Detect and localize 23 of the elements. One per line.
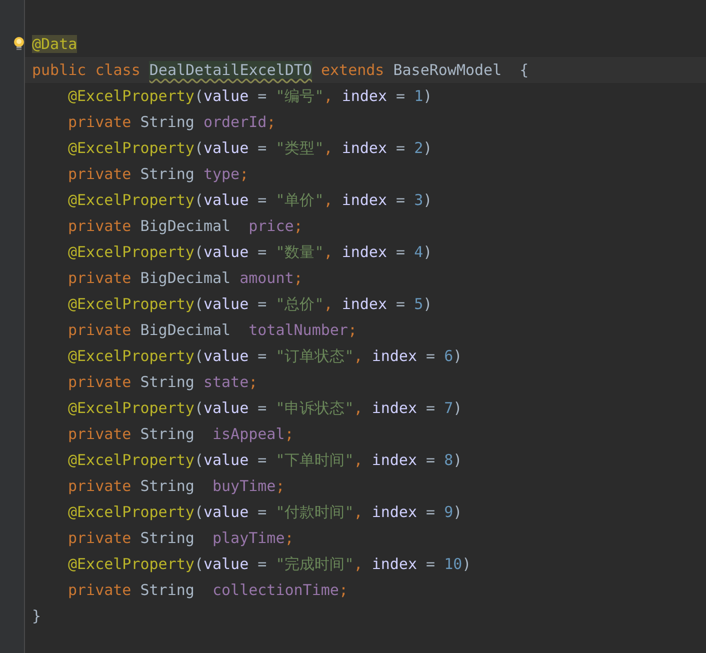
code-line: @ExcelProperty(value = "编号", index = 1) [68, 86, 432, 106]
code-line: private String collectionTime; [68, 580, 348, 600]
code-line: private String isAppeal; [68, 424, 294, 444]
code-line: private BigDecimal price; [68, 216, 303, 236]
code-line: private BigDecimal amount; [68, 268, 303, 288]
code-line: public class DealDetailExcelDTO extends BaseRowModel { [32, 60, 529, 80]
code-line: private String state; [68, 372, 258, 392]
code-line: private String orderId; [68, 112, 276, 132]
code-line: @ExcelProperty(value = "订单状态", index = 6) [68, 346, 462, 366]
code-line: private String playTime; [68, 528, 294, 548]
code-line: private String buyTime; [68, 476, 285, 496]
code-line: } [32, 606, 42, 626]
code-line: @ExcelProperty(value = "申诉状态", index = 7) [68, 398, 462, 418]
code-line: private BigDecimal totalNumber; [68, 320, 357, 340]
lightbulb-icon[interactable] [13, 36, 25, 52]
code-line: @ExcelProperty(value = "付款时间", index = 9) [68, 502, 462, 522]
code-line: private String type; [68, 164, 249, 184]
code-line: @ExcelProperty(value = "数量", index = 4) [68, 242, 432, 262]
code-line: @ExcelProperty(value = "完成时间", index = 10) [68, 554, 472, 574]
code-line: @ExcelProperty(value = "类型", index = 2) [68, 138, 432, 158]
code-line: @ExcelProperty(value = "单价", index = 3) [68, 190, 432, 210]
code-line: @ExcelProperty(value = "下单时间", index = 8) [68, 450, 462, 470]
code-line: @ExcelProperty(value = "总价", index = 5) [68, 294, 432, 314]
